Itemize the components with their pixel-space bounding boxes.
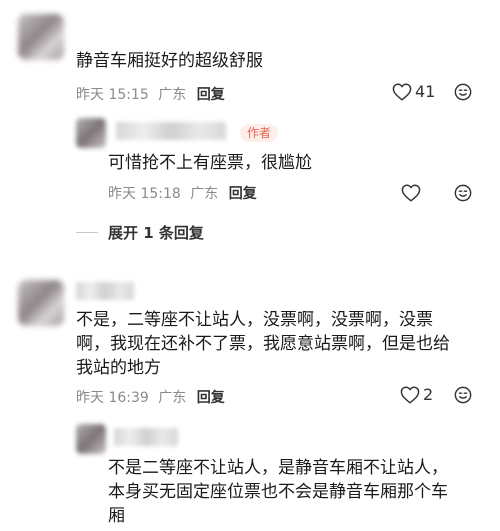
- reply-username-blurred[interactable]: [114, 428, 178, 446]
- reply-text: 可惜抢不上有座票，很尴尬: [108, 153, 312, 173]
- reply-button[interactable]: 回复: [197, 87, 225, 103]
- heart-outline-icon: [400, 385, 420, 404]
- reply-button[interactable]: 回复: [229, 186, 257, 202]
- author-badge: 作者: [240, 124, 279, 142]
- comment-location: 广东: [158, 87, 187, 103]
- heart-outline-icon[interactable]: [401, 184, 421, 202]
- like-button[interactable]: 2: [400, 385, 433, 404]
- reply-text-line-3: 厢: [108, 506, 125, 526]
- comment-time: 昨天 16:39: [76, 390, 149, 406]
- avatar[interactable]: [18, 280, 64, 326]
- like-count: 2: [423, 385, 434, 404]
- like-count: 41: [415, 82, 436, 101]
- emoji-face-icon[interactable]: [454, 83, 472, 101]
- reply-text-line-1: 不是二等座不让站人，是静音车厢不让站人，: [108, 458, 448, 478]
- expand-replies-button[interactable]: 展开 1 条回复: [76, 222, 204, 243]
- comment-meta: 昨天 16:39 广东 回复: [76, 387, 225, 407]
- username-blurred[interactable]: [76, 282, 134, 300]
- avatar[interactable]: [18, 14, 64, 60]
- comment-text-line-1: 不是，二等座不让站人，没票啊，没票啊，没票: [76, 310, 433, 330]
- expand-divider: [76, 232, 98, 233]
- reply-avatar[interactable]: [76, 424, 106, 454]
- heart-outline-icon: [392, 82, 412, 101]
- emoji-face-icon[interactable]: [454, 386, 472, 404]
- reply-text-line-2: 本身买无固定座位票也不会是静音车厢那个车: [108, 482, 448, 502]
- comment-text-line-2: 啊，我现在还补不了票，我愿意站票啊，但是也给: [76, 334, 450, 354]
- expand-replies-label: 展开 1 条回复: [108, 224, 204, 242]
- reply-button[interactable]: 回复: [197, 390, 225, 406]
- comment-meta: 昨天 15:15 广东 回复: [76, 84, 225, 104]
- reply-avatar[interactable]: [76, 118, 106, 148]
- comment-text: 静音车厢挺好的超级舒服: [76, 51, 263, 71]
- comment-text-line-3: 我站的地方: [76, 358, 161, 378]
- reply-username-blurred[interactable]: [116, 122, 226, 140]
- reply-meta: 昨天 15:18 广东 回复: [108, 183, 257, 203]
- like-button[interactable]: 41: [392, 82, 435, 101]
- emoji-face-icon[interactable]: [454, 184, 472, 202]
- comment-time: 昨天 15:15: [76, 87, 149, 103]
- reply-location: 广东: [190, 186, 219, 202]
- reply-time: 昨天 15:18: [108, 186, 181, 202]
- comment-location: 广东: [158, 390, 187, 406]
